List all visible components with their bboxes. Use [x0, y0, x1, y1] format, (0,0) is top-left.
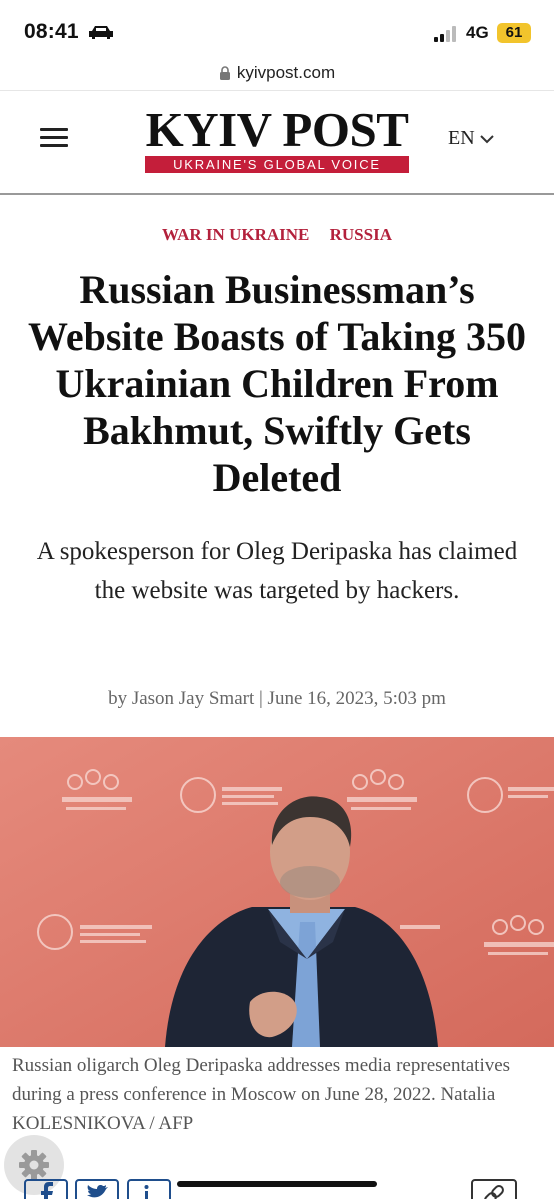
- logo-tagline: UKRAINE'S GLOBAL VOICE: [145, 156, 409, 173]
- language-selector[interactable]: EN: [448, 127, 494, 150]
- car-icon: [89, 26, 113, 39]
- share-facebook-button[interactable]: [24, 1179, 68, 1199]
- signal-icon: [434, 26, 456, 42]
- menu-icon[interactable]: [40, 128, 68, 152]
- category-link-war-in-ukraine[interactable]: WAR IN UKRAINE: [162, 225, 309, 244]
- share-twitter-button[interactable]: [75, 1179, 119, 1199]
- home-indicator[interactable]: [177, 1181, 377, 1187]
- language-label: EN: [448, 127, 475, 149]
- article-subheadline: A spokesperson for Oleg Deripaska has cl…: [36, 538, 518, 604]
- url-bar[interactable]: kyivpost.com: [0, 56, 554, 90]
- url-text: kyivpost.com: [236, 63, 336, 82]
- status-bar: 08:41 4G 61: [0, 0, 554, 56]
- article-photo: [0, 737, 554, 1047]
- share-linkedin-button[interactable]: [127, 1179, 171, 1199]
- article-photo-illustration: [0, 737, 554, 1047]
- article-byline: by Jason Jay Smart | June 16, 2023, 5:03…: [108, 688, 446, 709]
- copy-link-button[interactable]: [471, 1179, 517, 1199]
- lock-icon: [219, 65, 230, 80]
- logo-title: KYIV POST: [145, 102, 409, 157]
- chevron-down-icon: [479, 134, 494, 143]
- site-logo[interactable]: KYIV POST UKRAINE'S GLOBAL VOICE: [144, 102, 410, 173]
- site-header: KYIV POST UKRAINE'S GLOBAL VOICE EN: [0, 91, 554, 193]
- twitter-icon: [87, 1185, 108, 1198]
- linkedin-icon: [144, 1185, 149, 1199]
- header-divider: [0, 193, 554, 195]
- status-time: 08:41: [24, 20, 79, 43]
- photo-caption: Russian oligarch Oleg Deripaska addresse…: [12, 1055, 511, 1134]
- category-link-russia[interactable]: RUSSIA: [330, 225, 392, 244]
- article-headline: Russian Businessman’s Website Boasts of …: [28, 267, 526, 500]
- facebook-icon: [41, 1182, 53, 1199]
- article-categories: WAR IN UKRAINE RUSSIA: [0, 225, 554, 245]
- link-icon: [484, 1185, 504, 1199]
- battery-indicator: 61: [497, 23, 531, 43]
- gear-icon: [19, 1150, 49, 1180]
- network-label: 4G: [466, 23, 489, 42]
